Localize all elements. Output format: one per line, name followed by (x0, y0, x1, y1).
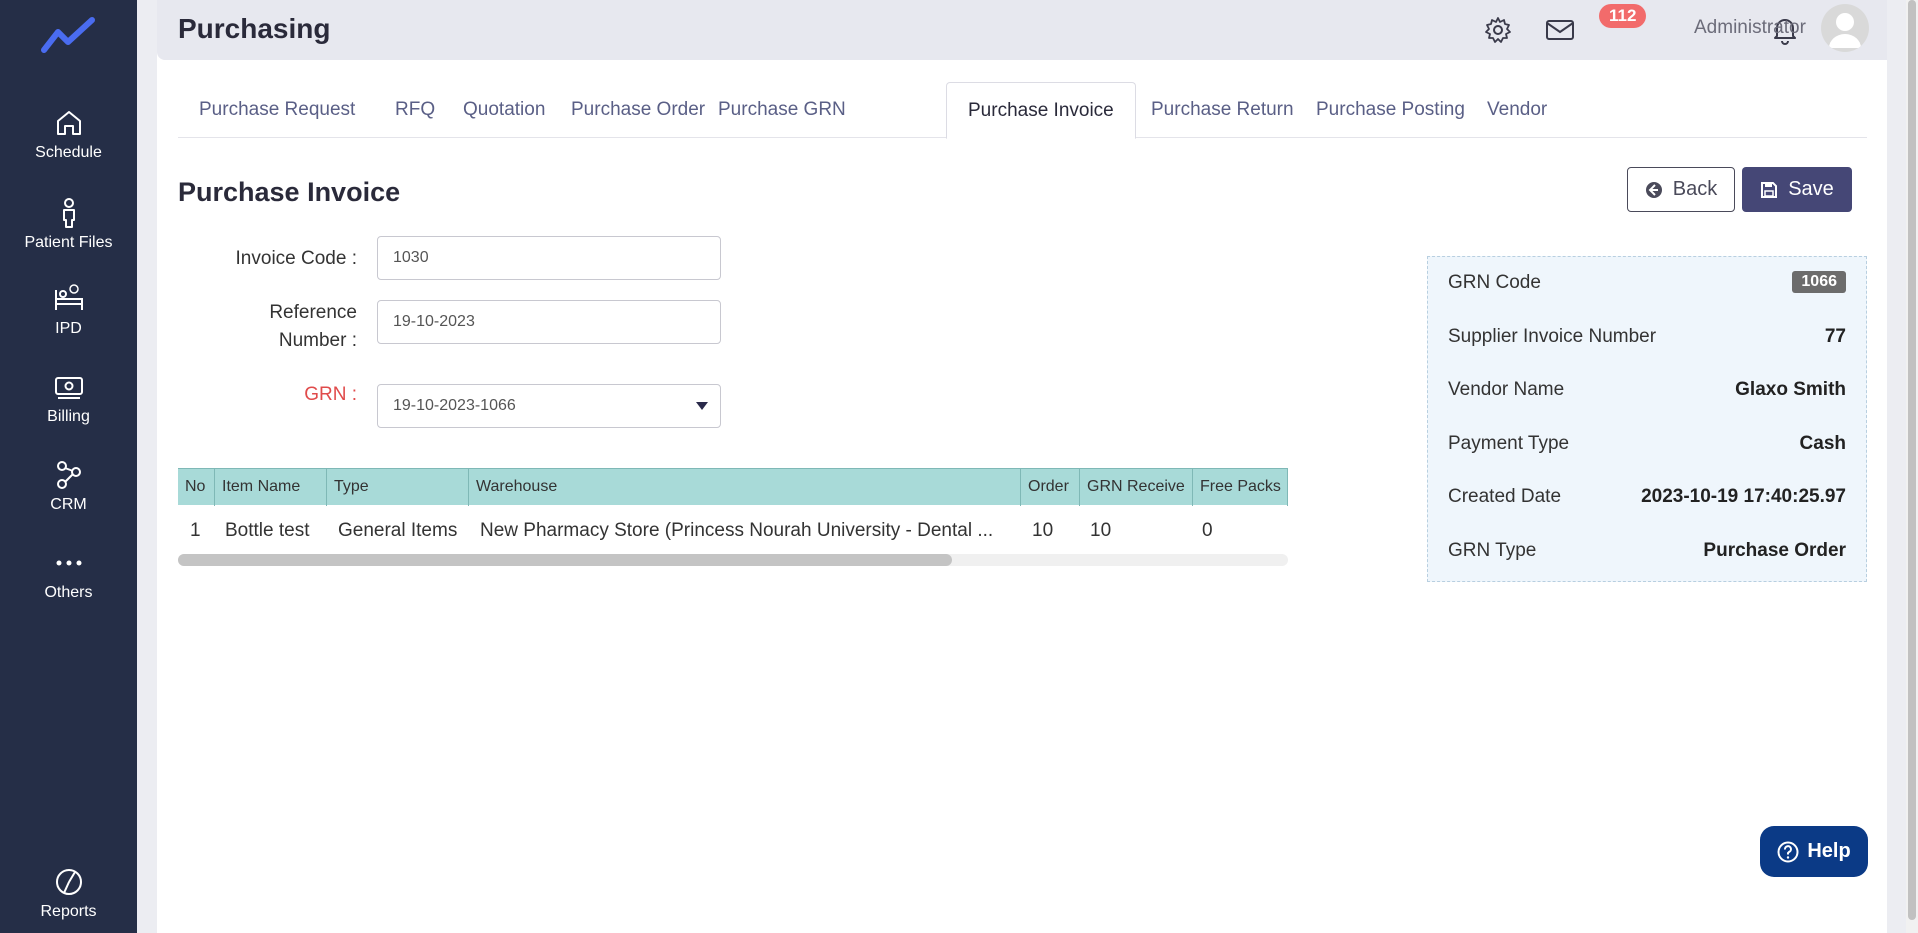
cell-order: 10 (1032, 520, 1054, 541)
dots-icon (56, 560, 81, 566)
reference-number-field[interactable]: 19-10-2023 (377, 300, 721, 344)
reference-number-label-line1: Reference (269, 302, 357, 323)
user-name[interactable]: Administrator (1694, 17, 1806, 39)
created-date-value: 2023-10-19 17:40:25.97 (1641, 486, 1846, 507)
page-header-title: Purchasing (178, 13, 331, 44)
sidebar-item-schedule[interactable]: Schedule (0, 106, 137, 162)
sidebar-item-label: Patient Files (24, 234, 113, 251)
sidebar-item-billing[interactable]: Billing (0, 370, 137, 426)
home-icon (56, 111, 81, 135)
logo-icon[interactable] (40, 16, 96, 56)
arrow-left-circle-icon (1645, 181, 1662, 198)
vendor-label: Vendor Name (1448, 379, 1565, 400)
person-icon (62, 198, 75, 228)
grn-type-label: GRN Type (1448, 540, 1537, 561)
payment-type-value: Cash (1799, 433, 1846, 454)
column-header-no: No (178, 469, 215, 506)
info-row-payment: Payment Type Cash (1448, 430, 1846, 460)
sidebar-item-reports[interactable]: Reports (0, 865, 137, 921)
cell-item-name: Bottle test (225, 520, 310, 541)
cell-free-packs: 0 (1202, 520, 1213, 541)
back-button[interactable]: Back (1627, 167, 1735, 212)
column-header-item-name: Item Name (215, 469, 327, 506)
main-content: Purchasing 112 Administrator Purchase Re… (157, 0, 1887, 933)
supplier-invoice-label: Supplier Invoice Number (1448, 326, 1657, 347)
sidebar-item-label: Others (44, 584, 93, 601)
column-header-warehouse: Warehouse (469, 469, 1021, 506)
payment-type-label: Payment Type (1448, 433, 1570, 454)
tab-purchase-return[interactable]: Purchase Return (1130, 82, 1315, 138)
grn-label: GRN : (304, 384, 357, 405)
grn-type-value: Purchase Order (1703, 540, 1846, 561)
info-row-supplier-invoice: Supplier Invoice Number 77 (1448, 323, 1846, 353)
cell-grn-receive: 10 (1090, 520, 1112, 541)
vendor-value: Glaxo Smith (1735, 379, 1846, 400)
vertical-scrollbar[interactable] (1906, 0, 1918, 933)
column-header-free-packs: Free Packs (1193, 469, 1288, 506)
column-header-grn-receive: GRN Receive (1080, 469, 1193, 506)
grn-select[interactable]: 19-10-2023-1066 (377, 384, 721, 428)
mail-icon[interactable] (1544, 14, 1576, 46)
grn-code-label: GRN Code (1448, 272, 1541, 293)
tab-purchase-invoice[interactable]: Purchase Invoice (946, 82, 1136, 139)
question-circle-icon (1777, 841, 1799, 862)
grn-code-badge: 1066 (1792, 271, 1846, 293)
info-row-vendor: Vendor Name Glaxo Smith (1448, 376, 1846, 406)
tab-vendor[interactable]: Vendor (1466, 82, 1568, 138)
sidebar: Schedule Patient Files IPD Billing CRM O… (0, 0, 137, 933)
invoice-code-field[interactable]: 1030 (377, 236, 721, 280)
save-button-label: Save (1788, 178, 1834, 200)
sidebar-item-label: CRM (50, 496, 87, 513)
sidebar-item-label: IPD (55, 320, 82, 337)
floppy-disk-icon (1761, 181, 1778, 198)
vertical-scrollbar-thumb[interactable] (1908, 0, 1916, 920)
page-title: Purchase Invoice (178, 177, 401, 207)
avatar[interactable] (1821, 4, 1869, 52)
cell-no: 1 (190, 520, 201, 541)
save-button[interactable]: Save (1742, 167, 1852, 212)
column-header-order: Order (1021, 469, 1080, 506)
horizontal-scrollbar[interactable] (178, 554, 1288, 566)
sidebar-item-crm[interactable]: CRM (0, 458, 137, 514)
user-avatar-icon (1829, 13, 1861, 48)
cell-warehouse: New Pharmacy Store (Princess Nourah Univ… (480, 520, 994, 541)
info-row-grn-code: GRN Code 1066 (1448, 269, 1846, 299)
info-row-grn-type: GRN Type Purchase Order (1448, 537, 1846, 567)
table-header: No Item Name Type Warehouse Order GRN Re… (178, 468, 1288, 506)
sidebar-item-label: Schedule (35, 144, 102, 161)
help-button[interactable]: Help (1760, 826, 1868, 877)
back-button-label: Back (1672, 178, 1718, 200)
invoice-code-label: Invoice Code : (235, 248, 357, 269)
sidebar-item-others[interactable]: Others (0, 546, 137, 602)
info-row-created-date: Created Date 2023-10-19 17:40:25.97 (1448, 483, 1846, 513)
reference-number-label-line2: Number : (278, 330, 357, 351)
bed-icon (54, 284, 83, 310)
grn-info-panel: GRN Code 1066 Supplier Invoice Number 77… (1427, 256, 1867, 582)
tab-purchase-grn[interactable]: Purchase GRN (697, 82, 867, 138)
created-date-label: Created Date (1448, 486, 1562, 507)
pie-chart-icon (55, 869, 82, 895)
tab-purchase-posting[interactable]: Purchase Posting (1295, 82, 1486, 138)
sidebar-item-patient-files[interactable]: Patient Files (0, 196, 137, 252)
scrollbar-thumb[interactable] (178, 554, 952, 566)
network-icon (56, 461, 81, 489)
sidebar-item-ipd[interactable]: IPD (0, 282, 137, 338)
grn-selected-value: 19-10-2023-1066 (393, 397, 516, 414)
supplier-invoice-value: 77 (1824, 326, 1846, 347)
notification-badge: 112 (1599, 4, 1647, 28)
cell-type: General Items (338, 520, 458, 541)
sidebar-item-label: Reports (40, 903, 97, 920)
column-header-type: Type (327, 469, 469, 506)
gear-icon[interactable] (1482, 14, 1514, 46)
tab-quotation[interactable]: Quotation (442, 82, 566, 138)
caret-down-icon (696, 402, 708, 410)
tab-bar: Purchase Request RFQ Quotation Purchase … (178, 82, 1867, 139)
money-icon (54, 377, 83, 399)
sidebar-item-label: Billing (47, 408, 90, 425)
header-bar: Purchasing 112 Administrator (157, 0, 1887, 60)
help-button-label: Help (1807, 840, 1851, 862)
tab-purchase-request[interactable]: Purchase Request (178, 82, 376, 138)
